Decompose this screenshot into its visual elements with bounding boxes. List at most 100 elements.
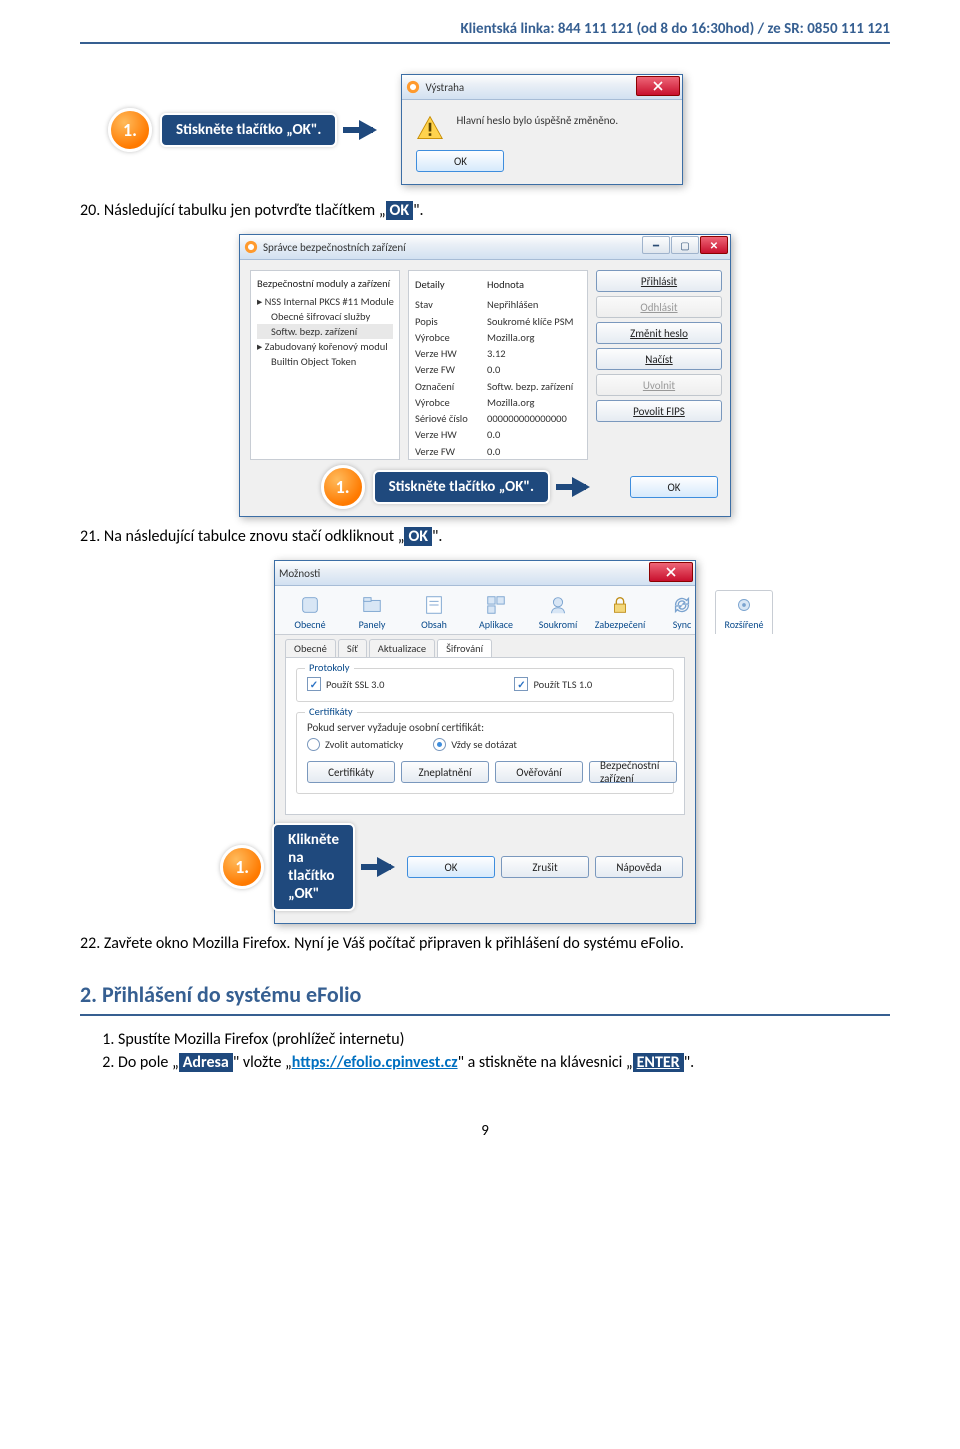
options-panel: Protokoly ✓Použít SSL 3.0 ✓Použít TLS 1.… <box>285 657 685 815</box>
change-password-button[interactable]: Změnit heslo <box>596 322 722 344</box>
cert-text: Pokud server vyžaduje osobní certifikát: <box>307 721 663 734</box>
list-item: Do pole „Adresa" vložte „https://efolio.… <box>118 1053 890 1072</box>
fips-button[interactable]: Povolit FIPS <box>596 400 722 422</box>
heading-rule <box>80 1014 890 1016</box>
tab-applications[interactable]: Aplikace <box>467 590 525 634</box>
certificates-button[interactable]: Certifikáty <box>307 761 395 783</box>
tree-node[interactable]: ▸ NSS Internal PKCS #11 Module <box>257 294 393 309</box>
auto-radio[interactable]: Zvolit automaticky <box>307 738 403 751</box>
efolio-link[interactable]: https://efolio.cpinvest.cz <box>292 1053 458 1072</box>
callout-label: Stiskněte tlačítko „OK". <box>160 113 337 147</box>
dev-titlebar: Správce bezpečnostních zařízení ━ ▢ ✕ <box>240 235 730 260</box>
close-button[interactable] <box>636 76 680 96</box>
callout-2: 1. Stiskněte tlačítko „OK". <box>373 470 550 504</box>
app-icon <box>406 80 420 94</box>
help-button[interactable]: Nápověda <box>595 856 683 878</box>
security-devices-button[interactable]: Bezpečnostní zařízení <box>589 761 677 783</box>
highlight-ok: OK <box>386 201 414 220</box>
subtab-general[interactable]: Obecné <box>285 639 336 657</box>
lock-icon <box>609 594 631 616</box>
load-button[interactable]: Načíst <box>596 348 722 370</box>
tab-general[interactable]: Obecné <box>281 590 339 634</box>
options-tabs: Obecné Panely Obsah Aplikace Soukromí Za… <box>275 586 695 635</box>
tab-sync[interactable]: Sync <box>653 590 711 634</box>
value-header: Hodnota <box>487 275 581 297</box>
page-number: 9 <box>80 1122 890 1140</box>
highlight-adresa: Adresa <box>179 1053 233 1072</box>
ok-button[interactable]: OK <box>416 150 504 172</box>
callout-badge: 1. <box>321 465 365 509</box>
subtab-update[interactable]: Aktualizace <box>369 639 435 657</box>
privacy-icon <box>547 594 569 616</box>
highlight-ok: OK <box>404 527 432 546</box>
validation-button[interactable]: Ověřování <box>495 761 583 783</box>
steps-list: Spustíte Mozilla Firefox (prohlížeč inte… <box>118 1030 890 1072</box>
group-title: Certifikáty <box>305 705 357 718</box>
alert-message: Hlavní heslo bylo úspěšně změněno. <box>456 114 618 127</box>
checkbox-icon: ✓ <box>307 677 321 691</box>
radio-icon <box>307 738 320 751</box>
arrow-icon <box>377 857 395 877</box>
callout-badge: 1. <box>220 845 264 889</box>
close-button[interactable] <box>649 562 693 582</box>
ok-button[interactable]: OK <box>407 856 495 878</box>
alert-title: Výstraha <box>425 81 464 94</box>
callout-3: 1. Klikněte na tlačítko „OK" <box>272 823 355 911</box>
tab-security[interactable]: Zabezpečení <box>591 590 649 634</box>
alert-body: Hlavní heslo bylo úspěšně změněno. <box>402 100 682 150</box>
ssl-checkbox[interactable]: ✓Použít SSL 3.0 <box>307 677 384 691</box>
app-icon <box>244 240 258 254</box>
apps-icon <box>485 594 507 616</box>
opt-titlebar: Možnosti <box>275 561 695 586</box>
tls-checkbox[interactable]: ✓Použít TLS 1.0 <box>514 677 592 691</box>
gear-icon <box>299 594 321 616</box>
arrow-icon <box>572 477 590 497</box>
subtab-encryption[interactable]: Šifrování <box>437 639 492 657</box>
step-22: 22. Zavřete okno Mozilla Firefox. Nyní j… <box>80 934 890 953</box>
header-rule <box>80 42 890 44</box>
tab-privacy[interactable]: Soukromí <box>529 590 587 634</box>
window-buttons: ━ ▢ ✕ <box>642 236 728 254</box>
subtabs: Obecné Síť Aktualizace Šifrování <box>275 635 695 657</box>
device-manager-dialog: Správce bezpečnostních zařízení ━ ▢ ✕ Be… <box>239 234 731 517</box>
arrow-icon <box>359 120 377 140</box>
list-item: Spustíte Mozilla Firefox (prohlížeč inte… <box>118 1030 890 1049</box>
step-20: 20. Následující tabulku jen potvrďte tla… <box>80 201 890 220</box>
gear-icon <box>733 594 755 616</box>
tab-advanced[interactable]: Rozšířené <box>715 590 773 634</box>
tree-node[interactable]: ▸ Zabudovaný kořenový modul <box>257 339 393 354</box>
tab-tabs[interactable]: Panely <box>343 590 401 634</box>
logout-button[interactable]: Odhlásit <box>596 296 722 318</box>
step-21: 21. Na následující tabulce znovu stačí o… <box>80 527 890 546</box>
login-button[interactable]: Přihlásit <box>596 270 722 292</box>
tree-node-selected[interactable]: Softw. bezp. zařízení <box>257 324 393 339</box>
content-icon <box>423 594 445 616</box>
minimize-button[interactable]: ━ <box>642 236 670 254</box>
ok-button[interactable]: OK <box>630 476 718 498</box>
alert-titlebar: Výstraha <box>402 75 682 100</box>
page-header: Klientská linka: 844 111 121 (od 8 do 16… <box>80 20 890 38</box>
options-dialog: Možnosti Obecné Panely Obsah Aplikace So… <box>274 560 696 924</box>
callout-1: 1. Stiskněte tlačítko „OK". <box>160 113 337 147</box>
group-title: Protokoly <box>305 661 354 674</box>
unload-button[interactable]: Uvolnit <box>596 374 722 396</box>
tab-content[interactable]: Obsah <box>405 590 463 634</box>
checkbox-icon: ✓ <box>514 677 528 691</box>
tree-node[interactable]: Obecné šifrovací služby <box>257 309 393 324</box>
subtab-network[interactable]: Síť <box>338 639 367 657</box>
revocation-button[interactable]: Zneplatnění <box>401 761 489 783</box>
details-header: Detaily <box>415 275 477 297</box>
opt-title: Možnosti <box>279 567 320 580</box>
tree-header: Bezpečnostní moduly a zařízení <box>257 275 393 294</box>
tree-node[interactable]: Builtin Object Token <box>257 354 393 369</box>
tabs-icon <box>361 594 383 616</box>
dev-title: Správce bezpečnostních zařízení <box>263 241 406 254</box>
modules-tree[interactable]: Bezpečnostní moduly a zařízení ▸ NSS Int… <box>250 270 400 460</box>
warning-icon <box>416 114 444 142</box>
callout-label: Stiskněte tlačítko „OK". <box>373 470 550 504</box>
cancel-button[interactable]: Zrušit <box>501 856 589 878</box>
ask-radio[interactable]: Vždy se dotázat <box>433 738 517 751</box>
maximize-button[interactable]: ▢ <box>671 236 699 254</box>
certificates-group: Certifikáty Pokud server vyžaduje osobní… <box>296 712 674 794</box>
close-button[interactable]: ✕ <box>700 236 728 254</box>
